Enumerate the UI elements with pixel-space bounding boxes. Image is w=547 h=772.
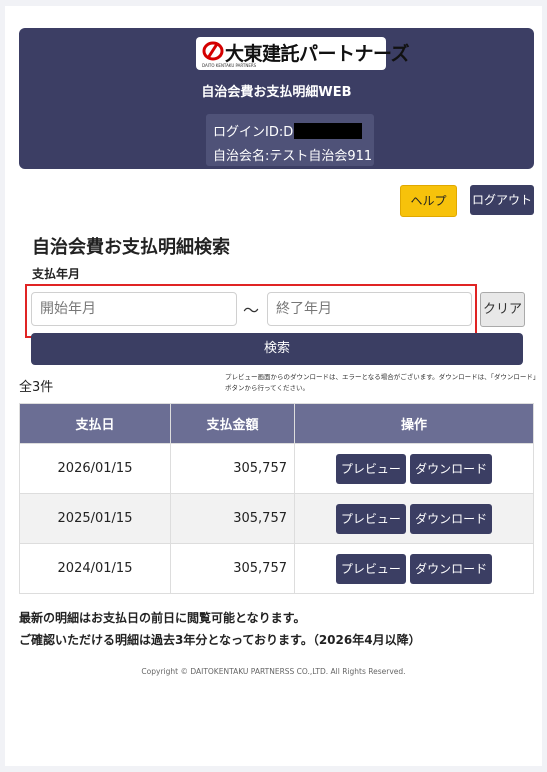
search-button[interactable]: 検索: [31, 333, 523, 365]
copyright: Copyright © DAITOKENTAKU PARTNERSS CO.,L…: [141, 667, 406, 676]
preview-button[interactable]: プレビュー: [335, 553, 406, 584]
result-count: 全3件: [19, 380, 54, 395]
note-line-1: 最新の明細はお支払日の前日に閲覧可能となります。: [19, 611, 306, 625]
page-card: 大東建託パートナーズ DAITO KENTAKU PARTNERS 自治会費お支…: [5, 6, 542, 766]
login-id-label: ログインID:D: [213, 125, 294, 140]
clear-button[interactable]: クリア: [480, 292, 525, 327]
row-actions: プレビュー ダウンロード: [294, 543, 534, 594]
table-row: 2025/01/15 305,757 プレビュー ダウンロード: [19, 493, 534, 544]
payment-period-label: 支払年月: [32, 267, 81, 281]
user-info-box: ログインID:D 自治会名:テスト自治会911: [206, 114, 374, 166]
row-actions: プレビュー ダウンロード: [294, 443, 534, 494]
logo-subtext: DAITO KENTAKU PARTNERS: [202, 63, 257, 68]
payment-date: 2024/01/15: [19, 543, 171, 594]
app-header: 大東建託パートナーズ DAITO KENTAKU PARTNERS 自治会費お支…: [19, 28, 534, 169]
col-header-actions: 操作: [294, 403, 534, 444]
payment-date: 2025/01/15: [19, 493, 171, 544]
download-button[interactable]: ダウンロード: [410, 453, 493, 484]
table-row: 2024/01/15 305,757 プレビュー ダウンロード: [19, 543, 534, 594]
note-line-2: ご確認いただける明細は過去3年分となっております。（2026年4月以降）: [19, 633, 421, 647]
preview-button[interactable]: プレビュー: [335, 453, 406, 484]
payment-amount: 305,757: [170, 543, 295, 594]
col-header-amount: 支払金額: [170, 403, 295, 444]
payment-amount: 305,757: [170, 493, 295, 544]
logout-button[interactable]: ログアウト: [470, 185, 534, 215]
download-button[interactable]: ダウンロード: [410, 553, 493, 584]
redacted-id: [294, 123, 363, 139]
payment-amount: 305,757: [170, 443, 295, 494]
results-table: 支払日 支払金額 操作 2026/01/15 305,757 プレビュー ダウン…: [19, 403, 534, 594]
preview-button[interactable]: プレビュー: [335, 503, 406, 534]
company-logo: 大東建託パートナーズ DAITO KENTAKU PARTNERS: [196, 37, 410, 70]
app-title: 自治会費お支払明細WEB: [201, 85, 352, 100]
highlight-box: [25, 284, 477, 338]
row-actions: プレビュー ダウンロード: [294, 493, 534, 544]
col-header-date: 支払日: [19, 403, 171, 444]
download-note: プレビュー画面からのダウンロードは、エラーとなる場合がございます。ダウンロードは…: [225, 373, 537, 392]
download-button[interactable]: ダウンロード: [410, 503, 493, 534]
logo-mark-icon: [202, 41, 224, 61]
table-row: 2026/01/15 305,757 プレビュー ダウンロード: [19, 443, 534, 494]
payment-date: 2026/01/15: [19, 443, 171, 494]
help-button[interactable]: ヘルプ: [400, 185, 457, 217]
logo-text: 大東建託パートナーズ: [225, 43, 410, 65]
search-title: 自治会費お支払明細検索: [32, 237, 230, 258]
login-id-line: ログインID:D: [213, 121, 363, 140]
association-name: 自治会名:テスト自治会911: [213, 149, 373, 164]
table-header-row: 支払日 支払金額 操作: [19, 403, 534, 444]
